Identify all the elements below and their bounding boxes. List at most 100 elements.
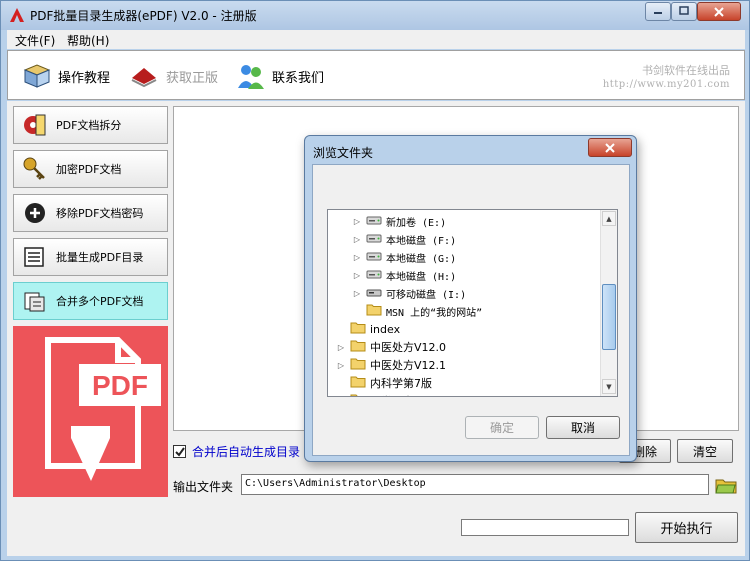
- folder-tree-item-label: 中医处方V12.1: [370, 359, 447, 372]
- get-license-icon: [131, 68, 157, 88]
- app-logo-icon: [10, 8, 24, 22]
- get-license-label: 获取正版: [166, 70, 219, 86]
- dialog-body: ▲ ▼ ▷ 新加卷 (E:) ▷ 本地磁盘 (F:) ▷ 本地磁盘 (G:) ▷ 本地磁盘 (…: [312, 164, 630, 456]
- key-icon: [23, 157, 45, 180]
- ok-label: 确定: [489, 421, 514, 435]
- scroll-down-icon[interactable]: ▼: [602, 379, 616, 394]
- folder-tree-item[interactable]: ▷ 本地磁盘 (G:): [352, 248, 456, 266]
- vertical-scrollbar[interactable]: ▲ ▼: [600, 210, 617, 396]
- folder-tree-item-label: index: [370, 322, 401, 336]
- sidebar-item-label: PDF文档拆分: [56, 119, 122, 132]
- expand-arrow-icon[interactable]: ▷: [352, 289, 362, 298]
- document-list-icon: [24, 247, 44, 267]
- remove-password-icon: [25, 203, 45, 223]
- drive-icon: [366, 232, 382, 247]
- tutorial-book-icon: [23, 64, 51, 88]
- pdf-logo-text: PDF: [92, 370, 148, 401]
- start-button[interactable]: 开始执行: [635, 512, 738, 543]
- folder-tree-item[interactable]: MSN 上的“我的网站”: [352, 302, 482, 320]
- sidebar-item-batch-toc[interactable]: 批量生成PDF目录: [13, 238, 168, 276]
- get-license-button[interactable]: 获取正版: [128, 61, 218, 91]
- auto-toc-label: 合并后自动生成目录: [192, 445, 301, 459]
- sidebar-item-label: 移除PDF文档密码: [56, 207, 144, 220]
- expand-arrow-icon[interactable]: ▷: [352, 253, 362, 262]
- sidebar-item-label: 批量生成PDF目录: [56, 251, 144, 264]
- expand-arrow-icon[interactable]: ▷: [336, 361, 346, 370]
- folder-tree-item[interactable]: ▷ 本地磁盘 (F:): [352, 230, 456, 248]
- auto-toc-checkbox[interactable]: [173, 445, 186, 458]
- sidebar-item-remove-password[interactable]: 移除PDF文档密码: [13, 194, 168, 232]
- sidebar-item-label: 加密PDF文档: [56, 163, 122, 176]
- folder-tree-item-label: 中医处方V12.0: [370, 341, 447, 354]
- sidebar-item-merge[interactable]: 合并多个PDF文档: [13, 282, 168, 320]
- folder-tree-item[interactable]: index: [336, 320, 400, 338]
- close-icon: [714, 7, 724, 17]
- scroll-up-icon[interactable]: ▲: [602, 211, 616, 226]
- brand-info: 书剑软件在线出品 http://www.my201.com: [603, 64, 730, 92]
- brand-url: http://www.my201.com: [602, 79, 730, 90]
- folder-icon: [350, 357, 366, 373]
- sidebar-item-encrypt[interactable]: 加密PDF文档: [13, 150, 168, 188]
- drive-icon: [366, 268, 382, 283]
- output-folder-input[interactable]: C:\Users\Administrator\Desktop: [241, 474, 709, 495]
- folder-icon: [350, 393, 366, 396]
- folder-tree-item[interactable]: ▷ 可移动磁盘 (I:): [352, 284, 466, 302]
- expand-arrow-icon[interactable]: ▷: [336, 343, 346, 352]
- folder-icon: [350, 339, 366, 355]
- checkmark-icon: [175, 447, 185, 457]
- pdf-logo-panel: PDF: [13, 326, 168, 497]
- maximize-button[interactable]: [671, 2, 697, 21]
- auto-toc-option[interactable]: 合并后自动生成目录: [173, 443, 300, 460]
- toolbar: 操作教程 获取正版 联系我们 书剑软件在线出品 http://www.my201…: [7, 50, 745, 100]
- dialog-cancel-button[interactable]: 取消: [546, 416, 620, 439]
- split-pdf-icon: [24, 114, 46, 136]
- menu-help[interactable]: 帮助(H): [67, 32, 109, 49]
- folder-tree-item[interactable]: ▷ 中医处方V12.0: [336, 338, 446, 356]
- merge-pdf-icon: [24, 292, 45, 312]
- expand-arrow-icon[interactable]: ▷: [352, 235, 362, 244]
- contact-people-icon: [238, 65, 264, 89]
- minimize-icon: [654, 12, 662, 14]
- folder-tree-item[interactable]: ▷ 新加卷 (E:): [352, 212, 446, 230]
- folder-tree-item-label: 本地磁盘 (H:): [386, 271, 457, 283]
- expand-arrow-icon[interactable]: ▷: [352, 217, 362, 226]
- output-folder-label: 输出文件夹: [173, 480, 234, 494]
- title-bar[interactable]: PDF批量目录生成器(ePDF) V2.0 - 注册版: [1, 1, 749, 30]
- folder-tree-item[interactable]: ▷ 本地磁盘 (H:): [352, 266, 456, 284]
- expand-arrow-icon[interactable]: ▷: [352, 271, 362, 280]
- folder-tree-item-label: 医学图书: [370, 393, 414, 396]
- sidebar-item-label: 合并多个PDF文档: [56, 295, 144, 308]
- brand-name: 书剑软件在线出品: [642, 64, 730, 77]
- dialog-ok-button[interactable]: 确定: [465, 416, 539, 439]
- folder-tree-item-label: MSN 上的“我的网站”: [386, 307, 483, 319]
- close-icon: [605, 143, 615, 153]
- maximize-icon: [679, 6, 689, 15]
- progress-bar: [461, 519, 629, 536]
- folder-tree-item[interactable]: 医学图书: [336, 392, 414, 396]
- minimize-button[interactable]: [645, 2, 671, 21]
- clear-button[interactable]: 清空: [677, 439, 733, 463]
- folder-tree-item-label: 内科学第7版: [370, 377, 432, 390]
- folder-tree-item-label: 新加卷 (E:): [386, 217, 447, 229]
- contact-label: 联系我们: [272, 70, 325, 86]
- folder-tree-item-label: 本地磁盘 (G:): [386, 253, 457, 265]
- close-button[interactable]: [697, 2, 741, 21]
- drive-icon: [366, 214, 382, 229]
- folder-icon: [366, 303, 382, 319]
- drive-icon: [366, 250, 382, 265]
- contact-button[interactable]: 联系我们: [236, 61, 324, 91]
- folder-tree-item[interactable]: ▷ 中医处方V12.1: [336, 356, 446, 374]
- sidebar-item-split[interactable]: PDF文档拆分: [13, 106, 168, 144]
- folder-tree-item[interactable]: 内科学第7版: [336, 374, 432, 392]
- scroll-thumb[interactable]: [602, 284, 616, 350]
- menu-file[interactable]: 文件(F): [15, 32, 55, 49]
- cancel-label: 取消: [570, 421, 595, 435]
- folder-tree[interactable]: ▲ ▼ ▷ 新加卷 (E:) ▷ 本地磁盘 (F:) ▷ 本地磁盘 (G:) ▷ 本地磁盘 (…: [327, 209, 618, 397]
- tutorial-button[interactable]: 操作教程: [22, 61, 110, 91]
- tutorial-label: 操作教程: [58, 70, 111, 86]
- dialog-close-button[interactable]: [588, 138, 632, 157]
- folder-icon: [350, 321, 366, 337]
- clear-label: 清空: [692, 444, 717, 459]
- browse-folder-icon[interactable]: [715, 475, 737, 495]
- window-title: PDF批量目录生成器(ePDF) V2.0 - 注册版: [30, 9, 257, 23]
